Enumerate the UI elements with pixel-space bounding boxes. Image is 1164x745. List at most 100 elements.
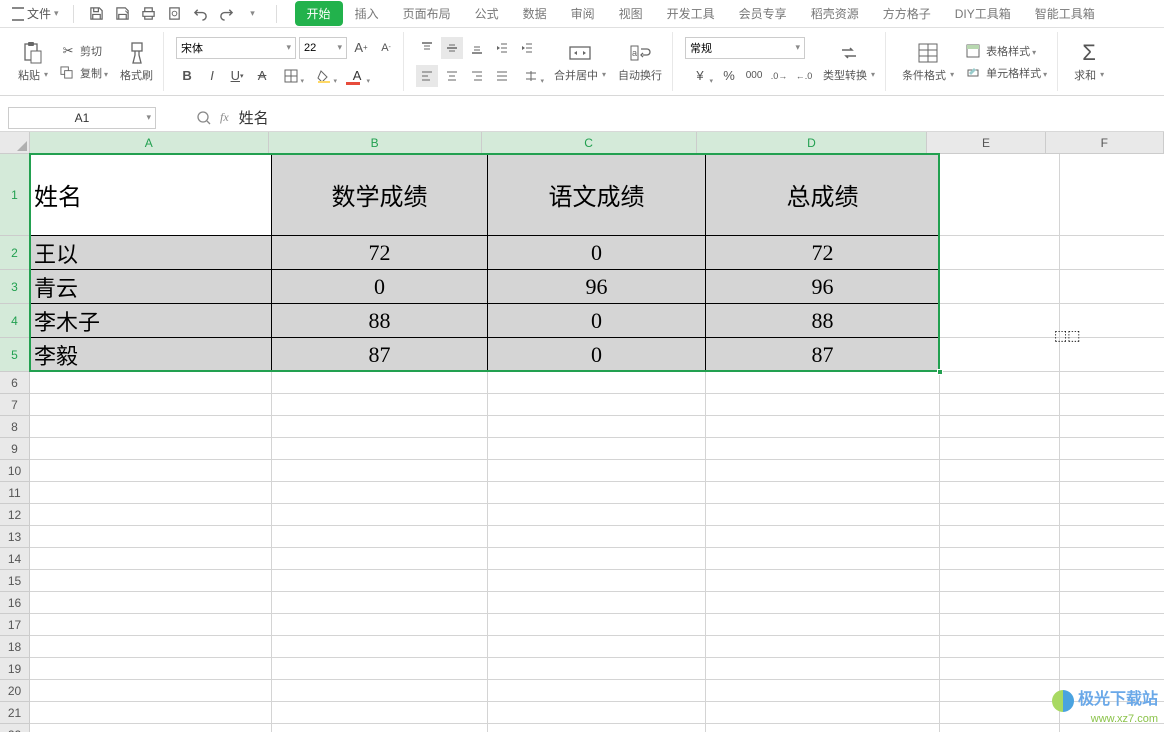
font-color-button[interactable]: A <box>342 65 372 87</box>
table-style-button[interactable]: 表格样式 <box>962 42 1051 60</box>
cell-C18[interactable] <box>488 636 706 658</box>
justify-icon[interactable] <box>491 65 513 87</box>
row-header-12[interactable]: 12 <box>0 504 30 526</box>
formula-input[interactable]: 姓名 <box>229 107 1164 128</box>
cell-E20[interactable] <box>940 680 1060 702</box>
cell-A18[interactable] <box>30 636 272 658</box>
cell-D17[interactable] <box>706 614 940 636</box>
align-middle-icon[interactable] <box>441 37 463 59</box>
format-painter-button[interactable]: 格式刷 <box>116 39 157 85</box>
row-header-21[interactable]: 21 <box>0 702 30 724</box>
cell-A14[interactable] <box>30 548 272 570</box>
cell-C15[interactable] <box>488 570 706 592</box>
cell-C12[interactable] <box>488 504 706 526</box>
cell-E8[interactable] <box>940 416 1060 438</box>
tab-数据[interactable]: 数据 <box>511 1 559 26</box>
cell-A8[interactable] <box>30 416 272 438</box>
cell-B20[interactable] <box>272 680 488 702</box>
cell-E9[interactable] <box>940 438 1060 460</box>
cell-D11[interactable] <box>706 482 940 504</box>
cell-A17[interactable] <box>30 614 272 636</box>
cell-E18[interactable] <box>940 636 1060 658</box>
cell-C5[interactable]: 0 <box>488 338 706 372</box>
tab-方方格子[interactable]: 方方格子 <box>871 1 943 26</box>
qat-dropdown-icon[interactable]: ▾ <box>244 5 262 23</box>
cell-A2[interactable]: 王以 <box>30 236 272 270</box>
align-left-icon[interactable] <box>416 65 438 87</box>
cell-A11[interactable] <box>30 482 272 504</box>
cell-E10[interactable] <box>940 460 1060 482</box>
comma-icon[interactable]: 000 <box>743 65 765 87</box>
cell-A9[interactable] <box>30 438 272 460</box>
cell-B2[interactable]: 72 <box>272 236 488 270</box>
cell-A6[interactable] <box>30 372 272 394</box>
cell-C6[interactable] <box>488 372 706 394</box>
cell-E14[interactable] <box>940 548 1060 570</box>
cell-E15[interactable] <box>940 570 1060 592</box>
row-header-20[interactable]: 20 <box>0 680 30 702</box>
tab-智能工具箱[interactable]: 智能工具箱 <box>1023 1 1107 26</box>
cell-C14[interactable] <box>488 548 706 570</box>
cell-B19[interactable] <box>272 658 488 680</box>
cell-B10[interactable] <box>272 460 488 482</box>
decrease-font-icon[interactable]: A- <box>375 37 397 59</box>
select-all-corner[interactable] <box>0 132 30 154</box>
cell-D8[interactable] <box>706 416 940 438</box>
cell-B3[interactable]: 0 <box>272 270 488 304</box>
cell-A21[interactable] <box>30 702 272 724</box>
cell-B4[interactable]: 88 <box>272 304 488 338</box>
align-bottom-icon[interactable] <box>466 37 488 59</box>
cell-C1[interactable]: 语文成绩 <box>488 154 706 236</box>
cell-style-button[interactable]: 单元格样式 <box>962 64 1051 82</box>
cell-C8[interactable] <box>488 416 706 438</box>
cell-F1[interactable] <box>1060 154 1164 236</box>
cell-A12[interactable] <box>30 504 272 526</box>
cell-grid[interactable]: 姓名数学成绩语文成绩总成绩王以72072青云09696李木子88088李毅870… <box>30 154 1164 732</box>
cell-B14[interactable] <box>272 548 488 570</box>
cell-D15[interactable] <box>706 570 940 592</box>
tab-插入[interactable]: 插入 <box>343 1 391 26</box>
cell-A15[interactable] <box>30 570 272 592</box>
cell-E11[interactable] <box>940 482 1060 504</box>
cell-F17[interactable] <box>1060 614 1164 636</box>
row-header-8[interactable]: 8 <box>0 416 30 438</box>
align-top-icon[interactable] <box>416 37 438 59</box>
row-header-16[interactable]: 16 <box>0 592 30 614</box>
tab-页面布局[interactable]: 页面布局 <box>391 1 463 26</box>
print-preview-icon[interactable] <box>166 5 184 23</box>
strikethrough-button[interactable]: A <box>251 65 273 87</box>
cell-D14[interactable] <box>706 548 940 570</box>
cell-C13[interactable] <box>488 526 706 548</box>
save-icon[interactable] <box>88 5 106 23</box>
cell-B13[interactable] <box>272 526 488 548</box>
tab-审阅[interactable]: 审阅 <box>559 1 607 26</box>
cell-B22[interactable] <box>272 724 488 732</box>
underline-button[interactable]: U▾ <box>226 65 248 87</box>
row-header-4[interactable]: 4 <box>0 304 30 338</box>
cell-A19[interactable] <box>30 658 272 680</box>
cell-F11[interactable] <box>1060 482 1164 504</box>
cell-E13[interactable] <box>940 526 1060 548</box>
cell-E12[interactable] <box>940 504 1060 526</box>
cell-C22[interactable] <box>488 724 706 732</box>
cell-D13[interactable] <box>706 526 940 548</box>
cell-B9[interactable] <box>272 438 488 460</box>
tab-开始[interactable]: 开始 <box>295 1 343 26</box>
cell-F9[interactable] <box>1060 438 1164 460</box>
sum-button[interactable]: Σ 求和 <box>1070 39 1108 85</box>
cell-C19[interactable] <box>488 658 706 680</box>
cell-A22[interactable] <box>30 724 272 732</box>
cell-B12[interactable] <box>272 504 488 526</box>
cell-D7[interactable] <box>706 394 940 416</box>
file-menu-button[interactable]: 文件 <box>6 3 65 24</box>
cell-C16[interactable] <box>488 592 706 614</box>
fill-color-button[interactable] <box>309 65 339 87</box>
cell-F6[interactable] <box>1060 372 1164 394</box>
cell-E17[interactable] <box>940 614 1060 636</box>
cell-C3[interactable]: 96 <box>488 270 706 304</box>
cell-D19[interactable] <box>706 658 940 680</box>
align-right-icon[interactable] <box>466 65 488 87</box>
cell-C4[interactable]: 0 <box>488 304 706 338</box>
cell-E6[interactable] <box>940 372 1060 394</box>
cell-A3[interactable]: 青云 <box>30 270 272 304</box>
